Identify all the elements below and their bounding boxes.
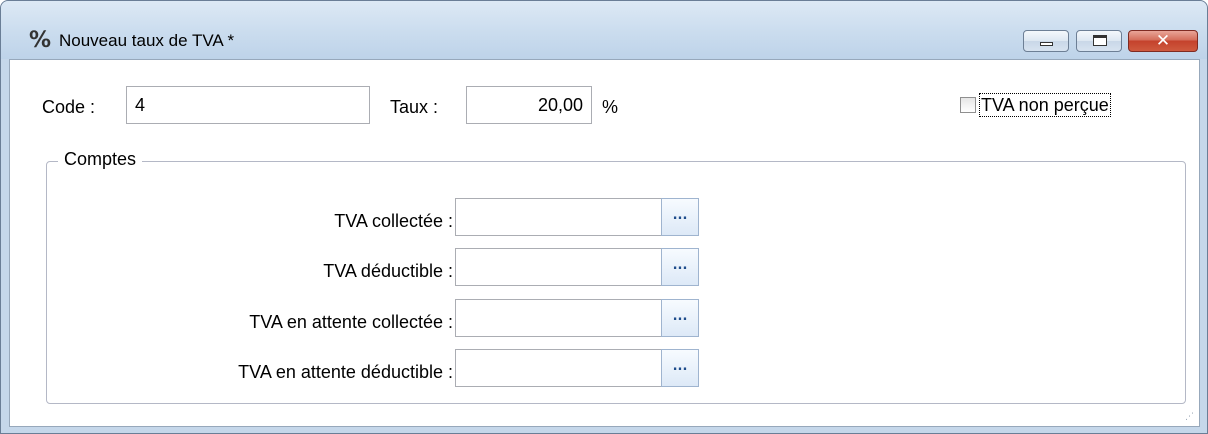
dialog-window: % Nouveau taux de TVA * ✕ Code : 4 Taux … [0, 0, 1208, 434]
tva-attente-collectee-input[interactable] [455, 299, 661, 337]
tva-attente-deductible-input[interactable] [455, 349, 661, 387]
taux-label: Taux : [390, 97, 439, 117]
tva-non-percue-label[interactable]: TVA non perçue [979, 93, 1111, 117]
tva-collectee-label: TVA collectée : [334, 211, 453, 231]
resize-grip-icon[interactable]: ⋰ [1185, 412, 1195, 422]
minimize-button[interactable] [1023, 30, 1069, 52]
tva-collectee-browse-button[interactable]: ... [661, 198, 699, 236]
tva-attente-deductible-label: TVA en attente déductible : [238, 362, 453, 382]
tva-deductible-browse-button[interactable]: ... [661, 248, 699, 286]
tva-collectee-input[interactable] [455, 198, 661, 236]
minimize-icon [1040, 42, 1053, 46]
title-bar[interactable]: % Nouveau taux de TVA * ✕ [1, 1, 1207, 59]
close-button[interactable]: ✕ [1128, 30, 1198, 52]
maximize-button[interactable] [1076, 30, 1122, 52]
tva-attente-deductible-browse-button[interactable]: ... [661, 349, 699, 387]
comptes-group-title: Comptes [58, 148, 143, 170]
maximize-icon [1093, 35, 1107, 46]
close-icon: ✕ [1155, 31, 1171, 51]
tva-non-percue-checkbox[interactable] [960, 97, 976, 113]
code-label: Code : [42, 97, 96, 117]
tva-attente-collectee-browse-button[interactable]: ... [661, 299, 699, 337]
dialog-content: Code : 4 Taux : 20,00 % TVA non perçue C… [9, 59, 1200, 427]
tva-deductible-input[interactable] [455, 248, 661, 286]
taux-input[interactable]: 20,00 [466, 86, 592, 124]
window-title: Nouveau taux de TVA * [59, 31, 235, 50]
tva-attente-collectee-label: TVA en attente collectée : [249, 312, 453, 332]
tva-deductible-label: TVA déductible : [323, 261, 453, 281]
percent-unit: % [602, 97, 619, 117]
percent-icon: % [29, 28, 52, 53]
code-input[interactable]: 4 [126, 86, 370, 124]
